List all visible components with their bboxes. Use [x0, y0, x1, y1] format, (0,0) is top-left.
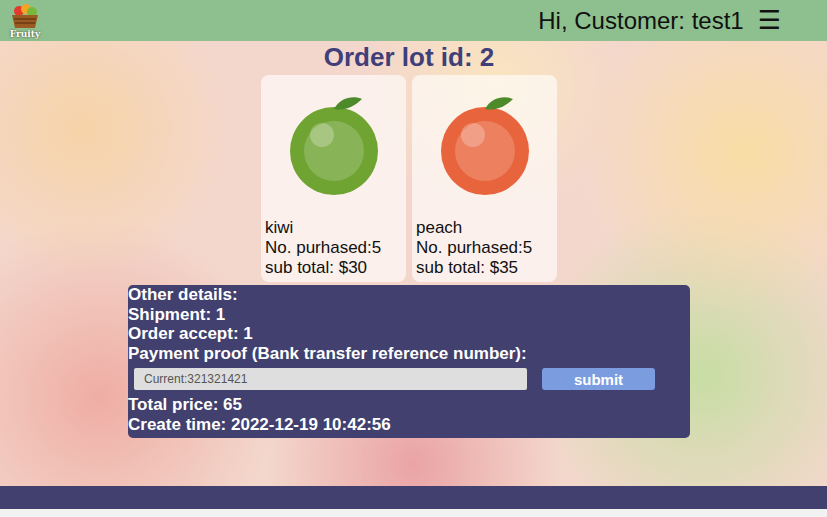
shipment: Shipment: 1: [128, 305, 690, 325]
details-panel: Other details:Shipment: 1Order accept: 1…: [128, 285, 690, 438]
menu-icon[interactable]: ☰: [758, 5, 781, 36]
submit-button[interactable]: submit: [542, 368, 655, 390]
greeting: Hi, Customer: test1: [538, 7, 743, 35]
item-name: peach: [416, 218, 553, 238]
payment-input[interactable]: [134, 368, 527, 390]
page-title: Order lot id: 2: [324, 41, 494, 73]
item-name: kiwi: [265, 218, 402, 238]
create-time: Create time: 2022-12-19 10:42:56: [128, 415, 690, 435]
item-subtotal: sub total: $30: [265, 258, 402, 278]
logo-text: Fruity: [10, 29, 40, 39]
item-quantity: No. purhased:5: [265, 238, 402, 258]
payment-row: submit: [128, 363, 690, 395]
item-card: peachNo. purhased:5sub total: $35: [412, 75, 557, 282]
item-card: kiwiNo. purhased:5sub total: $30: [261, 75, 406, 282]
order-accept: Order accept: 1: [128, 324, 690, 344]
footer: [0, 486, 827, 509]
logo[interactable]: Fruity: [8, 3, 42, 39]
top-bar: Fruity Hi, Customer: test1 ☰: [0, 0, 827, 41]
fruit-basket-icon: [10, 3, 40, 29]
details-heading: Other details:: [128, 285, 690, 305]
item-quantity: No. purhased:5: [416, 238, 553, 258]
payment-label: Payment proof (Bank transfer reference n…: [128, 344, 690, 364]
fruit-image: [278, 91, 390, 203]
total-price: Total price: 65: [128, 395, 690, 415]
item-subtotal: sub total: $35: [416, 258, 553, 278]
item-list: kiwiNo. purhased:5sub total: $30peachNo.…: [261, 75, 557, 282]
fruit-image: [429, 91, 541, 203]
scrollbar: [0, 509, 827, 517]
page: Fruity Hi, Customer: test1 ☰ Order lot id: …: [0, 0, 827, 517]
content: Order lot id: 2kiwiNo. purhased:5sub tot…: [0, 41, 827, 486]
